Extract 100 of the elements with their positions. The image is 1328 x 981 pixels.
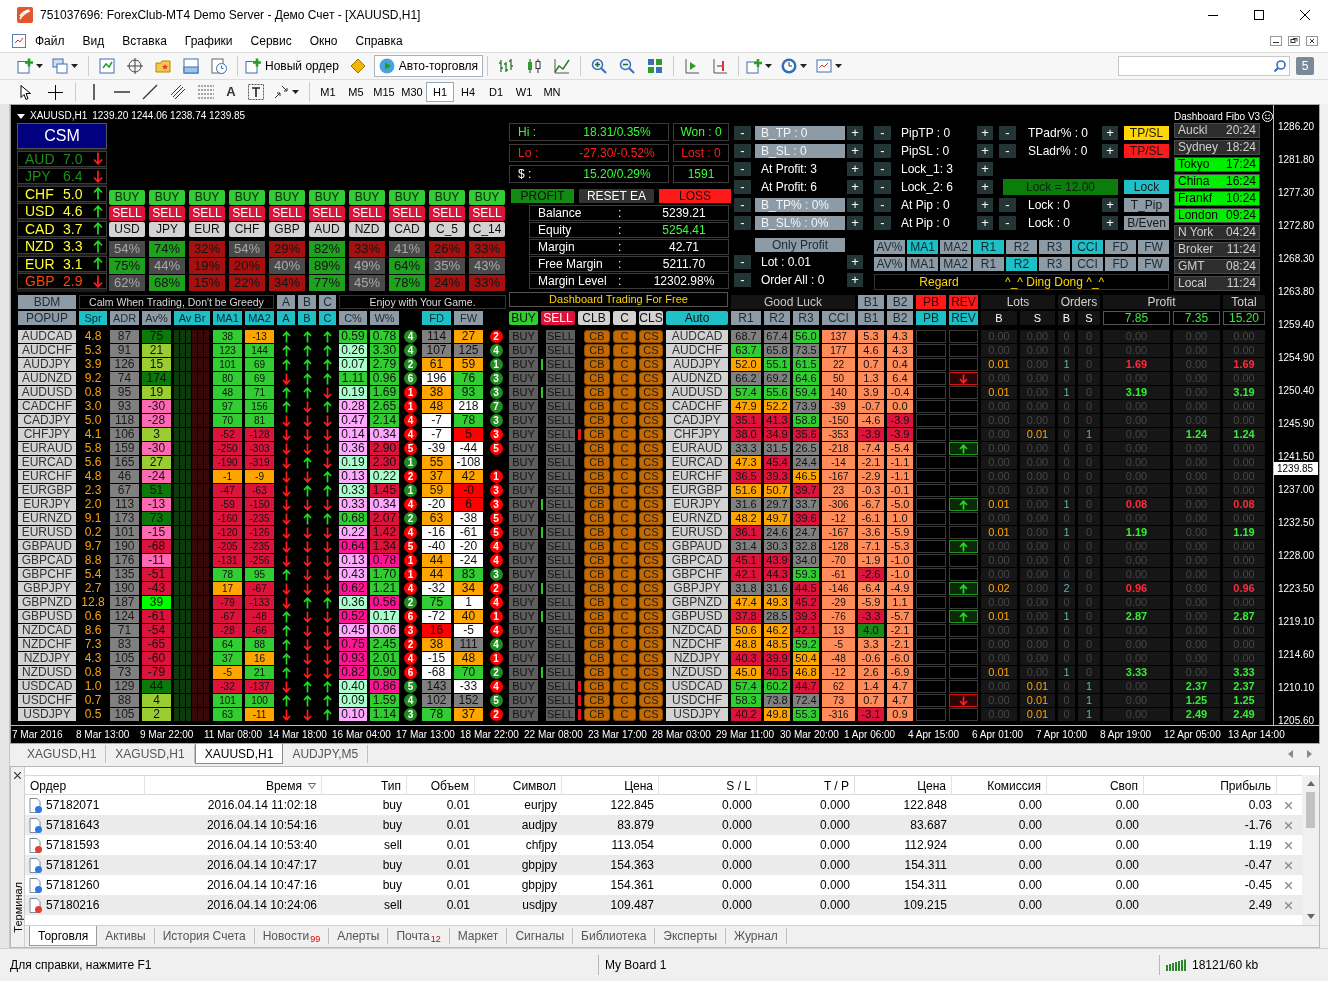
- minus-button[interactable]: -: [874, 180, 891, 194]
- color-button[interactable]: T_Pip: [1124, 198, 1169, 212]
- toggle-button[interactable]: FD: [1105, 240, 1136, 254]
- sell-button[interactable]: SELL: [546, 344, 575, 357]
- sell-button[interactable]: SELL: [546, 568, 575, 581]
- candlestick-icon[interactable]: [526, 58, 543, 74]
- timeframe-button[interactable]: H4: [454, 82, 482, 102]
- toggle-button[interactable]: C%: [339, 311, 367, 325]
- toggle-button[interactable]: Spr: [79, 311, 107, 325]
- tab[interactable]: Журнал: [726, 928, 787, 944]
- buy-button[interactable]: BUY: [509, 456, 538, 469]
- value-field[interactable]: B_SL% : 0%: [755, 216, 845, 230]
- cs-button[interactable]: CS: [639, 442, 663, 455]
- cb-button[interactable]: CB: [584, 470, 610, 483]
- c-button[interactable]: C: [613, 596, 636, 609]
- cb-button[interactable]: CB: [584, 428, 610, 441]
- timeframe-button[interactable]: H1: [426, 82, 454, 102]
- caret-icon[interactable]: [292, 90, 299, 94]
- minus-button[interactable]: -: [874, 198, 891, 212]
- cb-button[interactable]: CB: [584, 540, 610, 553]
- buy-button[interactable]: BUY: [509, 582, 538, 595]
- sell-button[interactable]: SELL: [546, 652, 575, 665]
- buy-button[interactable]: BUY: [509, 624, 538, 637]
- toggle-button[interactable]: POPUP: [18, 311, 76, 325]
- plus-button[interactable]: +: [977, 144, 993, 158]
- toggle-button[interactable]: A: [277, 295, 295, 309]
- toggle-button[interactable]: MA2: [245, 311, 274, 325]
- action-button[interactable]: CLB: [578, 311, 610, 325]
- c-button[interactable]: C: [613, 414, 636, 427]
- sell-button[interactable]: SELL: [546, 638, 575, 651]
- line-chart-icon[interactable]: [554, 58, 571, 74]
- scroll-right-icon[interactable]: [1307, 750, 1312, 758]
- sell-button[interactable]: SELL: [389, 206, 425, 221]
- sell-button[interactable]: SELL: [546, 540, 575, 553]
- arrows-icon[interactable]: [273, 84, 289, 100]
- buy-button[interactable]: BUY: [269, 190, 305, 205]
- cs-button[interactable]: CS: [639, 414, 663, 427]
- tab[interactable]: Алерты: [329, 928, 389, 944]
- sell-button[interactable]: SELL: [546, 512, 575, 525]
- action-button[interactable]: SELL: [541, 311, 575, 325]
- cb-button[interactable]: CB: [584, 694, 610, 707]
- menu-item[interactable]: Файл: [26, 31, 74, 51]
- color-button[interactable]: B/Even: [1124, 216, 1169, 230]
- c-button[interactable]: C: [613, 568, 636, 581]
- minus-button[interactable]: -: [874, 144, 891, 158]
- toggle-button[interactable]: ADR: [110, 311, 139, 325]
- currency-button[interactable]: NZD: [349, 222, 385, 237]
- trend-line-icon[interactable]: [142, 84, 158, 100]
- cs-button[interactable]: CS: [639, 638, 663, 651]
- toggle-button[interactable]: Av%: [142, 311, 171, 325]
- sell-button[interactable]: SELL: [269, 206, 305, 221]
- caret-icon[interactable]: [36, 64, 43, 68]
- action-button[interactable]: Auto: [666, 311, 728, 325]
- minus-button[interactable]: -: [874, 162, 891, 176]
- cb-button[interactable]: CB: [584, 610, 610, 623]
- minus-button[interactable]: -: [734, 216, 751, 230]
- toggle-button[interactable]: AV%: [874, 257, 905, 271]
- close-icon[interactable]: [1306, 36, 1318, 46]
- plus-button[interactable]: +: [1102, 126, 1118, 140]
- sell-button[interactable]: SELL: [546, 414, 575, 427]
- cb-button[interactable]: CB: [584, 582, 610, 595]
- buy-button[interactable]: BUY: [309, 190, 345, 205]
- search-field[interactable]: [1118, 56, 1290, 76]
- minus-button[interactable]: -: [734, 255, 751, 269]
- buy-button[interactable]: BUY: [509, 638, 538, 651]
- cb-button[interactable]: CB: [584, 456, 610, 469]
- toggle-button[interactable]: Av Br: [174, 311, 210, 325]
- cs-button[interactable]: CS: [639, 470, 663, 483]
- star-folder-icon[interactable]: [155, 58, 171, 74]
- buy-button[interactable]: BUY: [149, 190, 185, 205]
- cb-button[interactable]: CB: [584, 484, 610, 497]
- cb-button[interactable]: CB: [584, 568, 610, 581]
- buy-button[interactable]: BUY: [189, 190, 225, 205]
- cs-button[interactable]: CS: [639, 344, 663, 357]
- toggle-button[interactable]: R3: [1039, 257, 1070, 271]
- minus-button[interactable]: -: [734, 180, 751, 194]
- menu-item[interactable]: Сервис: [241, 31, 301, 51]
- plus-button[interactable]: +: [847, 162, 863, 176]
- cs-button[interactable]: CS: [639, 372, 663, 385]
- cs-button[interactable]: CS: [639, 456, 663, 469]
- caret-icon[interactable]: [71, 64, 78, 68]
- c-button[interactable]: C: [613, 610, 636, 623]
- cb-button[interactable]: CB: [584, 526, 610, 539]
- sell-button[interactable]: SELL: [309, 206, 345, 221]
- notifications-button[interactable]: 5: [1296, 57, 1314, 75]
- cb-button[interactable]: CB: [584, 512, 610, 525]
- caret-icon[interactable]: [800, 64, 808, 68]
- menu-item[interactable]: Справка: [346, 31, 412, 51]
- chart-shift-icon[interactable]: [712, 58, 729, 74]
- c-button[interactable]: C: [613, 512, 636, 525]
- sell-button[interactable]: SELL: [109, 206, 145, 221]
- plus-button[interactable]: +: [977, 198, 993, 212]
- cs-button[interactable]: CS: [639, 512, 663, 525]
- cursor-icon[interactable]: [20, 84, 32, 100]
- value-field[interactable]: B_TP : 0: [755, 126, 845, 140]
- c-button[interactable]: C: [613, 330, 636, 343]
- c-button[interactable]: C: [613, 484, 636, 497]
- sell-button[interactable]: SELL: [469, 206, 505, 221]
- cs-button[interactable]: CS: [639, 498, 663, 511]
- tab[interactable]: Торговля: [29, 926, 98, 946]
